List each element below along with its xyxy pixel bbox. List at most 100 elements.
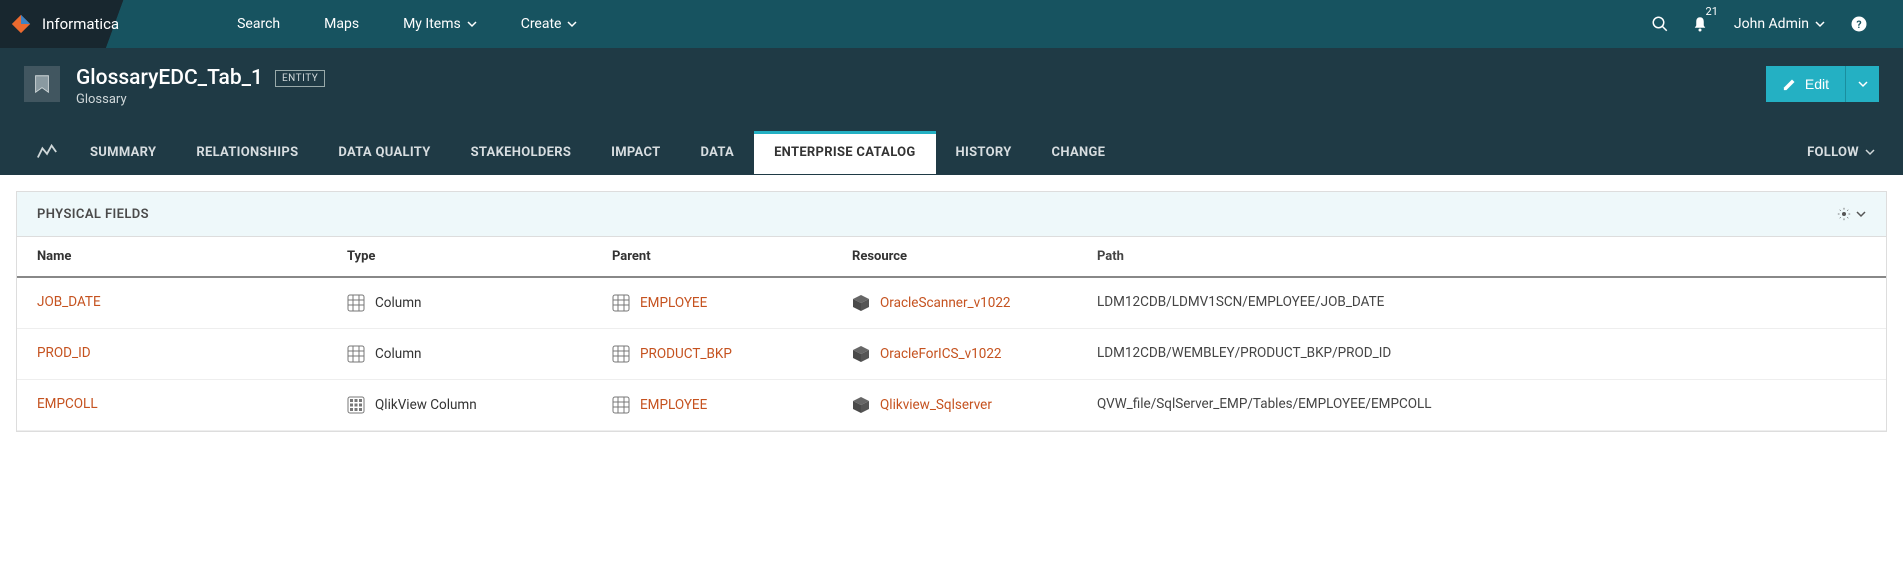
path-cell: LDM12CDB/LDMV1SCN/EMPLOYEE/JOB_DATE	[1097, 294, 1866, 312]
notifications-button[interactable]: 21	[1680, 0, 1720, 48]
tab-label: CHANGE	[1052, 145, 1106, 160]
search-icon-button[interactable]	[1640, 0, 1680, 48]
user-menu[interactable]: John Admin	[1734, 16, 1825, 32]
col-header-name[interactable]: Name	[37, 249, 347, 264]
table-row: PROD_ID Column PRODUCT_BKP OracleForICS_…	[17, 329, 1886, 380]
tab-relationships[interactable]: RELATIONSHIPS	[176, 131, 318, 174]
nav-create-label: Create	[521, 16, 562, 32]
chevron-down-icon	[1865, 147, 1875, 157]
physical-fields-table: Name Type Parent Resource Path JOB_DATE …	[17, 237, 1886, 431]
pencil-icon	[1782, 77, 1797, 92]
tab-enterprise-catalog[interactable]: ENTERPRISE CATALOG	[754, 131, 935, 174]
tab-data[interactable]: DATA	[680, 131, 754, 174]
brand-logo-icon	[10, 13, 32, 35]
entity-icon	[24, 66, 60, 102]
notification-count: 21	[1706, 5, 1718, 18]
resource-link[interactable]: Qlikview_Sqlserver	[880, 397, 992, 413]
physical-fields-panel: PHYSICAL FIELDS Name Type Parent Resourc…	[16, 191, 1887, 432]
search-icon	[1651, 15, 1669, 33]
table-column-icon	[347, 345, 365, 363]
path-cell: QVW_file/SqlServer_EMP/Tables/EMPLOYEE/E…	[1097, 396, 1866, 414]
brand-name: Informatica	[42, 15, 119, 33]
nav-maps[interactable]: Maps	[306, 0, 377, 48]
tab-summary[interactable]: SUMMARY	[70, 131, 176, 174]
page-title: GlossaryEDC_Tab_1	[76, 66, 263, 90]
panel-title: PHYSICAL FIELDS	[37, 207, 149, 222]
panel-header: PHYSICAL FIELDS	[17, 192, 1886, 237]
nav-search-label: Search	[237, 16, 280, 32]
table-row: JOB_DATE Column EMPLOYEE OracleScanner_v…	[17, 278, 1886, 329]
header-band: GlossaryEDC_Tab_1 ENTITY Glossary Edit S…	[0, 48, 1903, 175]
tab-label: IMPACT	[611, 145, 660, 160]
parent-link[interactable]: EMPLOYEE	[640, 397, 707, 413]
field-name-link[interactable]: EMPCOLL	[37, 396, 98, 412]
qlikview-column-icon	[347, 396, 365, 414]
nav-maps-label: Maps	[324, 16, 359, 32]
follow-dropdown[interactable]: FOLLOW	[1803, 131, 1879, 174]
user-name-label: John Admin	[1734, 16, 1809, 32]
edit-split-button[interactable]	[1845, 66, 1879, 102]
tab-stakeholders[interactable]: STAKEHOLDERS	[451, 131, 592, 174]
nav-my-items-label: My Items	[403, 16, 461, 32]
table-column-icon	[347, 294, 365, 312]
field-name-link[interactable]: PROD_ID	[37, 345, 91, 361]
tab-row: SUMMARY RELATIONSHIPS DATA QUALITY STAKE…	[24, 129, 1879, 175]
table-icon	[612, 345, 630, 363]
nav-links: Search Maps My Items Create	[219, 0, 595, 48]
field-name-link[interactable]: JOB_DATE	[37, 294, 101, 310]
resource-icon	[852, 345, 870, 363]
chevron-down-icon	[567, 19, 577, 29]
page-subtitle: Glossary	[76, 92, 325, 107]
chevron-down-icon	[467, 19, 477, 29]
tab-label: DATA QUALITY	[338, 145, 430, 160]
tab-label: STAKEHOLDERS	[471, 145, 572, 160]
col-header-path[interactable]: Path	[1097, 249, 1866, 264]
tab-change[interactable]: CHANGE	[1032, 131, 1126, 174]
tab-label: ENTERPRISE CATALOG	[774, 145, 915, 160]
nav-create[interactable]: Create	[503, 0, 596, 48]
type-label: Column	[375, 346, 422, 362]
tab-data-quality[interactable]: DATA QUALITY	[318, 131, 450, 174]
nav-search[interactable]: Search	[219, 0, 298, 48]
col-header-type[interactable]: Type	[347, 249, 612, 264]
col-header-resource[interactable]: Resource	[852, 249, 1097, 264]
panel-settings-button[interactable]	[1836, 206, 1866, 222]
tab-label: SUMMARY	[90, 145, 156, 160]
follow-label: FOLLOW	[1807, 145, 1859, 160]
nav-my-items[interactable]: My Items	[385, 0, 495, 48]
help-button[interactable]: ?	[1839, 0, 1879, 48]
svg-text:?: ?	[1856, 18, 1861, 31]
path-cell: LDM12CDB/WEMBLEY/PRODUCT_BKP/PROD_ID	[1097, 345, 1866, 363]
top-nav: Informatica Search Maps My Items Create …	[0, 0, 1903, 48]
resource-link[interactable]: OracleForICS_v1022	[880, 346, 1002, 362]
type-label: QlikView Column	[375, 397, 477, 413]
chevron-down-icon	[1858, 79, 1868, 89]
resource-icon	[852, 294, 870, 312]
table-row: EMPCOLL QlikView Column EMPLOYEE Qlikvie…	[17, 380, 1886, 431]
tab-label: RELATIONSHIPS	[196, 145, 298, 160]
content: PHYSICAL FIELDS Name Type Parent Resourc…	[0, 175, 1903, 448]
chevron-down-icon	[1856, 209, 1866, 219]
parent-link[interactable]: EMPLOYEE	[640, 295, 707, 311]
type-pill: ENTITY	[275, 70, 325, 87]
parent-link[interactable]: PRODUCT_BKP	[640, 346, 732, 362]
type-label: Column	[375, 295, 422, 311]
brand[interactable]: Informatica	[0, 0, 149, 48]
resource-link[interactable]: OracleScanner_v1022	[880, 295, 1011, 311]
lineage-icon	[36, 141, 58, 163]
gear-icon	[1836, 206, 1852, 222]
help-icon: ?	[1850, 15, 1868, 33]
bookmark-icon	[31, 73, 53, 95]
tab-impact[interactable]: IMPACT	[591, 131, 680, 174]
tab-label: DATA	[700, 145, 734, 160]
tab-history[interactable]: HISTORY	[936, 131, 1032, 174]
tab-label: HISTORY	[956, 145, 1012, 160]
lineage-icon-button[interactable]	[24, 129, 70, 175]
edit-button-group: Edit	[1766, 66, 1879, 102]
edit-button[interactable]: Edit	[1766, 66, 1845, 102]
chevron-down-icon	[1815, 19, 1825, 29]
table-header-row: Name Type Parent Resource Path	[17, 237, 1886, 278]
resource-icon	[852, 396, 870, 414]
col-header-parent[interactable]: Parent	[612, 249, 852, 264]
edit-button-label: Edit	[1805, 76, 1829, 92]
